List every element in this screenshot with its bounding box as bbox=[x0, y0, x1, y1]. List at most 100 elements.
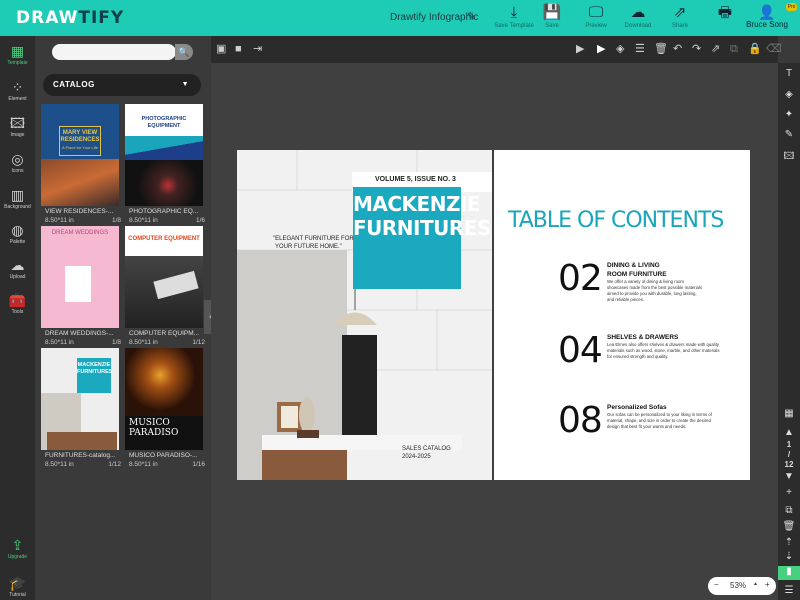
thumb-title: DREAM WEDDINGS bbox=[41, 230, 119, 237]
tutorial-icon: 🎓 bbox=[8, 575, 27, 591]
thumb-photo bbox=[65, 266, 91, 302]
effects-icon[interactable]: ✦ bbox=[778, 109, 800, 121]
delete-page-icon[interactable]: 🗑 bbox=[778, 521, 800, 533]
category-label: CATALOG bbox=[53, 80, 95, 89]
page-left[interactable]: VOLUME 5, ISSUE NO. 3 MACKENZIE FURNITUR… bbox=[237, 150, 492, 480]
page-up-icon[interactable]: ▲ bbox=[778, 427, 800, 439]
zoom-in-button[interactable]: + bbox=[765, 580, 770, 589]
move-up-icon[interactable]: ⇡ bbox=[778, 537, 800, 549]
icons-icon: ◎ bbox=[11, 151, 24, 167]
sidebar-item-label: Image bbox=[10, 132, 25, 138]
trash-icon[interactable]: 🗑 bbox=[654, 42, 668, 56]
thumb-title-line: MARY VIEW bbox=[62, 130, 98, 136]
add-page-icon[interactable]: + bbox=[778, 487, 800, 499]
toc-body-line: for ensured strength and quality. bbox=[607, 354, 669, 359]
search-input[interactable] bbox=[52, 44, 176, 60]
sidebar-item-upload[interactable]: ☁ Upload bbox=[0, 256, 35, 281]
thumb-title-line: FURNITURES bbox=[77, 369, 113, 375]
align-icon[interactable]: ☰ bbox=[635, 42, 645, 56]
sidebar-item-tools[interactable]: 🧰 Tools bbox=[0, 291, 35, 316]
template-pages: 1/8 bbox=[111, 217, 121, 224]
print-button[interactable]: 🖶 bbox=[703, 4, 747, 34]
sidebar-item-image[interactable]: 🖾 Image bbox=[0, 114, 35, 139]
move-down-icon[interactable]: ⇣ bbox=[778, 551, 800, 563]
template-thumb[interactable]: MARY VIEW RESIDENCES A Place for Your Life bbox=[41, 104, 119, 206]
logo[interactable]: DRAWTIFY bbox=[16, 8, 124, 28]
text-tool-icon[interactable]: T bbox=[778, 68, 800, 80]
template-name: DREAM WEDDINGS-... bbox=[45, 330, 114, 337]
template-size-row: 8.50*11 in 1/16 bbox=[129, 461, 209, 468]
upload-cloud-button[interactable]: ☁ Download bbox=[616, 4, 660, 34]
video-icon[interactable]: ▶ bbox=[576, 42, 584, 56]
template-size-row: 8.50*11 in 1/6 bbox=[129, 217, 209, 224]
chevron-down-icon: ▼ bbox=[181, 81, 189, 88]
template-thumb[interactable]: MACKENZIE FURNITURES bbox=[41, 348, 119, 450]
page-view-icon[interactable]: ▣ bbox=[216, 42, 226, 56]
pencil-icon[interactable]: ✎ bbox=[467, 10, 476, 23]
template-thumb[interactable]: MUSICO PARADISO bbox=[125, 348, 203, 450]
sidebar-item-palette[interactable]: ◍ Palette bbox=[0, 221, 35, 246]
template-size: 8.50*11 in bbox=[129, 461, 158, 468]
toc-number: 02 bbox=[558, 258, 603, 299]
tools-icon: 🧰 bbox=[8, 292, 27, 308]
page-list-icon[interactable]: ☰ bbox=[778, 585, 800, 597]
zoom-out-button[interactable]: − bbox=[714, 580, 719, 589]
user-name: Bruce Song bbox=[746, 20, 788, 29]
share-icon[interactable]: ⇗ bbox=[711, 42, 720, 56]
thumb-title: MARY VIEW RESIDENCES A Place for Your Life bbox=[41, 130, 119, 151]
share-button[interactable]: ⇗ Share bbox=[658, 4, 702, 34]
play-icon[interactable]: ▶ bbox=[597, 42, 605, 56]
cover-quote-line1: "ELEGANT FURNITURE FOR bbox=[273, 236, 354, 242]
page-down-icon[interactable]: ▼ bbox=[778, 471, 800, 483]
category-select[interactable]: CATALOG ▼ bbox=[43, 74, 201, 96]
template-name: MUSICO PARADISO-... bbox=[129, 452, 198, 459]
sales-line2: 2024-2025 bbox=[402, 454, 431, 460]
template-thumb[interactable]: PHOTOGRAPHIC EQUIPMENT bbox=[125, 104, 203, 206]
fill-icon[interactable]: ◈ bbox=[778, 89, 800, 101]
document-name[interactable]: Drawtify Infographic bbox=[390, 12, 478, 23]
lock-icon[interactable]: 🔒 bbox=[748, 42, 762, 56]
template-size-row: 8.50*11 in 1/8 bbox=[45, 339, 125, 346]
search-icon[interactable]: 🔍 bbox=[175, 44, 193, 60]
image-icon[interactable]: 🖾 bbox=[778, 151, 800, 163]
template-thumb[interactable]: COMPUTER EQUIPMENT bbox=[125, 226, 203, 328]
sidebar-item-label: Upgrade bbox=[7, 554, 28, 560]
sidebar-item-icons[interactable]: ◎ Icons bbox=[0, 150, 35, 175]
duplicate-page-icon[interactable]: ⧉ bbox=[778, 505, 800, 517]
template-thumb[interactable]: DREAM WEDDINGS bbox=[41, 226, 119, 328]
page-right[interactable]: TABLE OF CONTENTS 02 DINING & LIVING ROOM … bbox=[494, 150, 750, 480]
save-button[interactable]: 💾 Save bbox=[530, 4, 574, 34]
fit-icon[interactable]: ⇥ bbox=[253, 42, 262, 56]
grid-icon[interactable]: ▦ bbox=[778, 408, 800, 420]
redo-icon[interactable]: ↷ bbox=[692, 42, 701, 56]
zoom-control: − 53% ▲ + bbox=[708, 577, 776, 595]
thumb-title: COMPUTER EQUIPMENT bbox=[125, 236, 203, 243]
template-name: COMPUTER EQUIPM... bbox=[129, 330, 200, 337]
pro-badge: Pro bbox=[786, 3, 797, 11]
sidebar-item-upgrade[interactable]: ⇪ Upgrade bbox=[0, 536, 35, 561]
thumb-title: MACKENZIE FURNITURES bbox=[77, 362, 113, 376]
preview-button[interactable]: 🖵 Preview bbox=[574, 4, 618, 34]
sidebar-item-template[interactable]: ▦ Template bbox=[0, 42, 35, 67]
pen-icon[interactable]: ✎ bbox=[778, 129, 800, 141]
sidebar-item-element[interactable]: ⁘ Element bbox=[0, 78, 35, 103]
cover-title-line2: FURNITURES bbox=[353, 216, 491, 240]
zoom-caret-icon[interactable]: ▲ bbox=[753, 581, 758, 587]
grid-view-icon[interactable]: ■ bbox=[235, 42, 242, 56]
layers-icon[interactable]: ◈ bbox=[616, 42, 624, 56]
right-sidebar: T ◈ ✦ ✎ 🖾 ▦ ▲ 1 / 12 ▼ + ⧉ 🗑 ⇡ ⇣ ▮ ☰ bbox=[778, 63, 800, 600]
book-view-icon[interactable]: ▮ bbox=[778, 566, 800, 580]
user-menu[interactable]: 👤 Bruce Song bbox=[742, 4, 792, 30]
sidebar-item-label: Template bbox=[7, 60, 28, 66]
thumb-title-line: MACKENZIE bbox=[77, 362, 111, 368]
undo-icon[interactable]: ↶ bbox=[673, 42, 682, 56]
zoom-value[interactable]: 53% bbox=[730, 581, 746, 590]
thumb-title: MUSICO PARADISO bbox=[129, 418, 203, 438]
sidebar-item-background[interactable]: ▥ Background bbox=[0, 186, 35, 211]
sidebar-item-tutorial[interactable]: 🎓 Tutorial bbox=[0, 574, 35, 599]
copy-icon[interactable]: ⧉ bbox=[730, 42, 738, 56]
save-button-label: Save bbox=[545, 23, 559, 29]
template-icon: ▦ bbox=[10, 43, 25, 59]
toc-body: Our sofas can be personalized to your li… bbox=[607, 412, 747, 430]
delete-icon[interactable]: ⌫ bbox=[766, 42, 782, 56]
